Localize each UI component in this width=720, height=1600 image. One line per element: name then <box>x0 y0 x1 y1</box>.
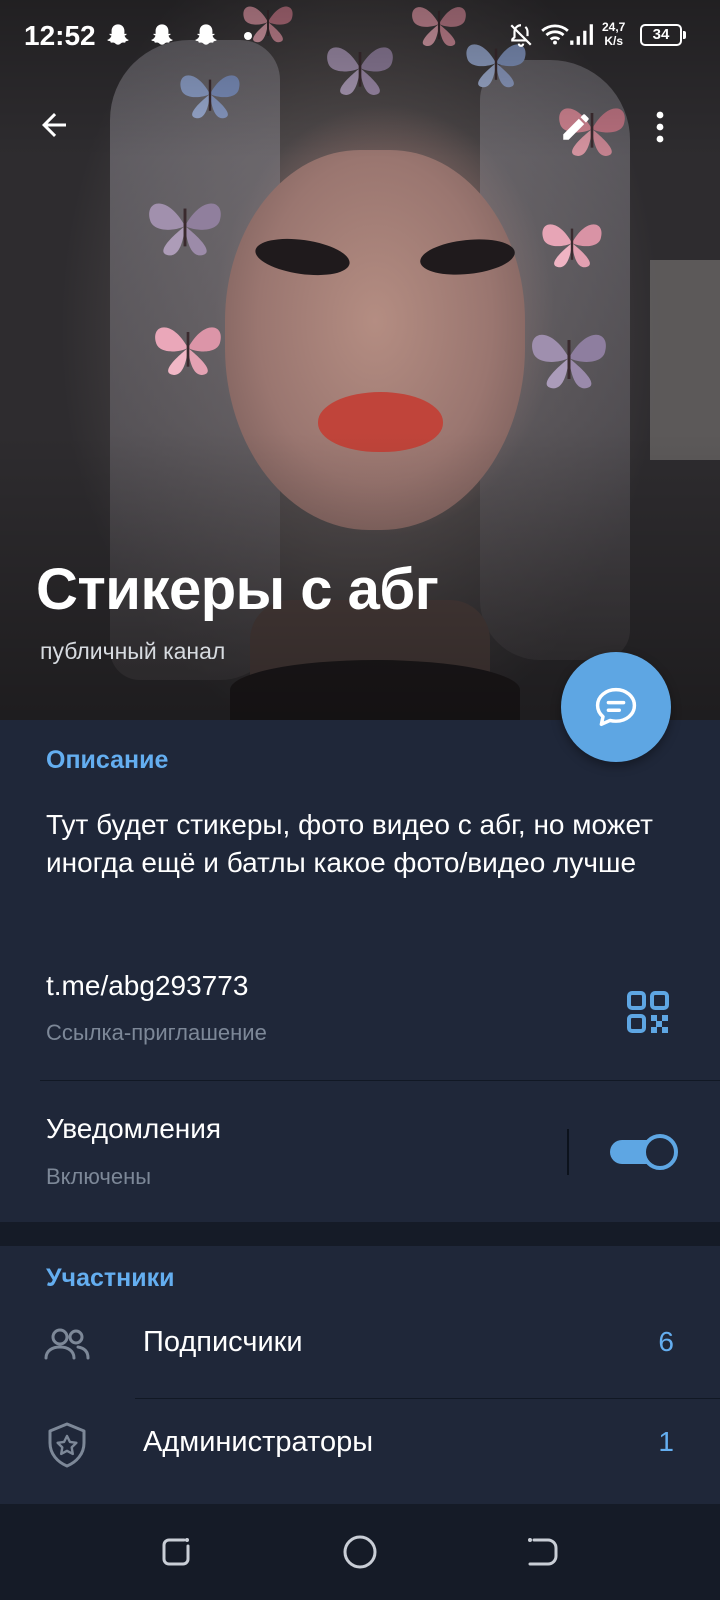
pencil-icon <box>563 114 589 140</box>
home-button[interactable] <box>340 1532 380 1572</box>
notification-dot-icon <box>244 32 252 40</box>
status-time: 12:52 <box>24 20 96 51</box>
notifications-state: Включены <box>46 1164 152 1189</box>
back-nav-icon <box>528 1538 558 1566</box>
shield-star-icon <box>42 1420 92 1470</box>
chat-bubble-icon <box>595 687 637 727</box>
list-item-label: Подписчики <box>143 1326 303 1358</box>
channel-description: Тут будет стикеры, фото видео с абг, но … <box>46 809 653 878</box>
snapchat-icon <box>104 22 132 50</box>
members-heading: Участники <box>46 1264 175 1292</box>
people-icon <box>42 1320 92 1370</box>
list-item-count: 6 <box>658 1326 674 1357</box>
notifications-label[interactable]: Уведомления <box>46 1113 221 1145</box>
bell-off-icon <box>508 20 534 50</box>
discuss-button[interactable] <box>561 652 671 762</box>
channel-title: Стикеры с абг <box>36 557 439 622</box>
channel-info-card: Описание Тут будет стикеры, фото видео с… <box>0 720 720 1222</box>
status-bar: 12:52 24,7 K/s 34 <box>0 0 720 72</box>
list-item-count: 1 <box>658 1426 674 1457</box>
system-navigation-bar <box>0 1504 720 1600</box>
back-nav-button[interactable] <box>522 1532 562 1572</box>
vertical-separator <box>567 1129 569 1175</box>
back-button[interactable] <box>26 97 82 153</box>
recent-apps-icon <box>162 1538 190 1566</box>
edit-button[interactable] <box>548 99 604 155</box>
snapchat-icon <box>148 22 176 50</box>
battery-icon: 34 <box>640 24 686 46</box>
qr-code-icon <box>627 991 669 1033</box>
notifications-toggle[interactable] <box>610 1132 678 1172</box>
arrow-left-icon <box>42 113 66 137</box>
list-item-label: Администраторы <box>143 1426 374 1458</box>
signal-icon <box>568 20 594 50</box>
description-heading: Описание <box>46 746 169 774</box>
invite-link[interactable]: t.me/abg293773 <box>46 970 248 1002</box>
members-card: Участники Подписчики 6 Администраторы 1 <box>0 1246 720 1504</box>
divider <box>40 1080 720 1081</box>
section-gap <box>0 1222 720 1246</box>
wifi-icon <box>540 20 570 50</box>
more-options-button[interactable] <box>642 99 678 155</box>
toggle-knob <box>642 1134 678 1170</box>
network-speed: 24,7 K/s <box>602 20 626 48</box>
invite-link-caption: Ссылка-приглашение <box>46 1020 267 1045</box>
list-item-administrators[interactable]: Администраторы 1 <box>0 1396 720 1496</box>
channel-type: публичный канал <box>40 638 226 664</box>
qr-code-button[interactable] <box>626 990 670 1034</box>
recent-apps-button[interactable] <box>156 1532 196 1572</box>
more-vertical-icon <box>656 111 664 143</box>
snapchat-icon <box>192 22 220 50</box>
list-item-subscribers[interactable]: Подписчики 6 <box>0 1296 720 1396</box>
home-circle-icon <box>343 1535 377 1569</box>
